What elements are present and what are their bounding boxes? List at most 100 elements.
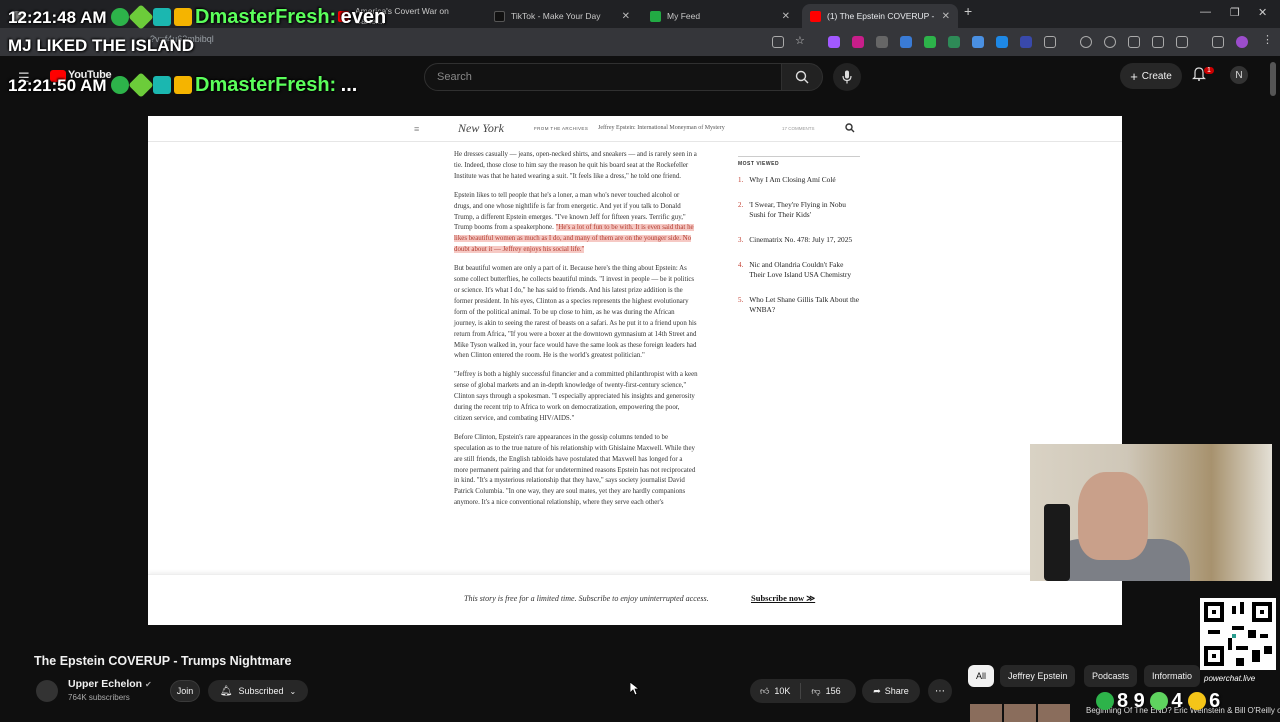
- profile-avatar-icon[interactable]: [1236, 36, 1248, 48]
- chat-text: MJ LIKED THE ISLAND: [8, 36, 195, 55]
- article-paragraph: He dresses casually — jeans, open-necked…: [454, 151, 697, 180]
- chat-timestamp: 12:21:50 AM: [8, 76, 107, 95]
- tab-search-icon[interactable]: [1176, 36, 1188, 48]
- search-input[interactable]: Search: [424, 63, 782, 91]
- chat-message: 12:21:50 AM DmasterFresh: ...: [8, 72, 358, 98]
- menu-icon: ≡: [414, 124, 420, 134]
- article-headline: Jeffrey Epstein: International Moneyman …: [598, 125, 725, 131]
- recommended-thumbnail[interactable]: [1038, 704, 1070, 722]
- kick-badge-icon: [111, 8, 130, 26]
- extension-icon[interactable]: [996, 36, 1008, 48]
- item-number: 2.: [738, 201, 744, 209]
- dislike-count: 156: [825, 686, 841, 696]
- chip-all[interactable]: All: [968, 665, 995, 687]
- emote-badge-icon: [153, 8, 172, 26]
- from-archives-label: FROM THE ARCHIVES: [534, 126, 589, 131]
- feed-favicon-icon: [650, 10, 661, 22]
- video-title: The Epstein COVERUP - Trumps Nightmare: [34, 654, 292, 668]
- account-avatar[interactable]: N: [1230, 66, 1248, 84]
- emote-badge-icon: [153, 76, 172, 94]
- recommended-thumbnail[interactable]: [1004, 704, 1036, 722]
- share-button[interactable]: ➦ Share: [862, 679, 920, 703]
- close-window-icon[interactable]: ✕: [1258, 6, 1267, 19]
- close-tab-icon[interactable]: ✕: [782, 11, 790, 22]
- paywall-banner: This story is free for a limited time. S…: [148, 574, 1122, 625]
- extension-icon[interactable]: [900, 36, 912, 48]
- new-tab-button[interactable]: +: [964, 3, 972, 19]
- subscribe-now-link: Subscribe now ≫: [751, 593, 816, 603]
- recommended-thumbnail[interactable]: [970, 704, 1002, 722]
- channel-name-text[interactable]: Upper Echelon: [68, 678, 142, 690]
- browser-tab-active[interactable]: (1) The Epstein COVERUP - ✕: [802, 4, 958, 28]
- diamond-badge-icon: [128, 72, 154, 98]
- subscribed-button[interactable]: 🔔︎ Subscribed ⌄: [208, 680, 308, 702]
- browser-tab-3[interactable]: TikTok - Make Your Day ✕: [486, 4, 638, 28]
- item-number: 3.: [738, 236, 744, 244]
- install-icon[interactable]: [772, 36, 784, 48]
- extension-icon[interactable]: [972, 36, 984, 48]
- close-tab-icon[interactable]: ✕: [622, 11, 630, 22]
- browser-menu-icon[interactable]: ⋮: [1262, 33, 1274, 46]
- emoji-counter-icon: [1188, 692, 1207, 710]
- extensions-puzzle-icon[interactable]: [1044, 36, 1056, 48]
- chip-information[interactable]: Informatio: [1144, 665, 1200, 687]
- plus-icon: +: [1130, 68, 1138, 84]
- article-search-icon: [845, 123, 855, 133]
- extension-icon[interactable]: [828, 36, 840, 48]
- like-button[interactable]: 👍︎ 10K: [750, 683, 802, 699]
- qr-code-icon: [1200, 598, 1276, 670]
- extension-icon[interactable]: [948, 36, 960, 48]
- item-number: 4.: [738, 261, 744, 269]
- channel-name[interactable]: Upper Echelon ✔: [68, 678, 152, 690]
- kick-badge-icon: [111, 76, 130, 94]
- powerchat-label: powerchat.live: [1204, 674, 1256, 683]
- maximize-icon[interactable]: ❐: [1230, 6, 1240, 19]
- most-viewed-sidebar: MOST VIEWED 1. Why I Am Closing Amí Colé …: [738, 156, 860, 330]
- diamond-badge-icon: [128, 4, 154, 30]
- item-title: Nic and Olandria Couldn't Fake Their Lov…: [749, 260, 852, 279]
- scrollbar-thumb[interactable]: [1270, 62, 1276, 96]
- youtube-favicon-icon: [810, 10, 821, 22]
- dislike-button[interactable]: 👎︎ 156: [801, 686, 850, 697]
- history-icon[interactable]: [1080, 36, 1092, 48]
- video-player[interactable]: ≡ New York FROM THE ARCHIVES Jeffrey Eps…: [148, 116, 1122, 625]
- article-body: He dresses casually — jeans, open-necked…: [454, 150, 698, 517]
- most-viewed-title: MOST VIEWED: [738, 156, 860, 167]
- create-button[interactable]: + Create: [1120, 63, 1182, 89]
- chat-username: DmasterFresh:: [195, 6, 337, 28]
- more-actions-button[interactable]: ⋯: [928, 679, 952, 703]
- chat-message: 12:21:48 AM DmasterFresh: even: [8, 4, 386, 30]
- chat-timestamp: 12:21:48 AM: [8, 8, 107, 27]
- like-dislike-group: 👍︎ 10K 👎︎ 156: [750, 679, 856, 703]
- chip-podcasts[interactable]: Podcasts: [1084, 665, 1138, 687]
- crown-badge-icon: [174, 76, 193, 94]
- join-button[interactable]: Join: [170, 680, 200, 702]
- minimize-icon[interactable]: —: [1200, 6, 1211, 18]
- article-paragraph: Epstein likes to tell people that he's a…: [454, 191, 698, 256]
- share-label: Share: [884, 686, 909, 696]
- notification-count-badge: 1: [1204, 67, 1214, 74]
- voice-search-button[interactable]: [833, 63, 861, 91]
- chat-text: ...: [340, 74, 358, 96]
- bookmark-star-icon[interactable]: ☆: [795, 34, 807, 47]
- close-tab-icon[interactable]: ✕: [942, 11, 950, 22]
- devtools-icon[interactable]: [1128, 36, 1140, 48]
- counter-value: 6: [1209, 690, 1221, 712]
- most-viewed-item: 4. Nic and Olandria Couldn't Fake Their L…: [738, 260, 860, 280]
- chip-jeffrey-epstein[interactable]: Jeffrey Epstein: [1000, 665, 1076, 687]
- item-title: Cinematrix No. 478: July 17, 2025: [749, 235, 853, 244]
- search-button[interactable]: [781, 63, 823, 91]
- extension-icon[interactable]: [924, 36, 936, 48]
- thumbs-down-icon: 👎︎: [811, 685, 821, 696]
- browser-tab-4[interactable]: My Feed ✕: [642, 4, 798, 28]
- cast-icon[interactable]: [1212, 36, 1224, 48]
- extension-icon[interactable]: [876, 36, 888, 48]
- bell-icon: 🔔︎: [219, 685, 233, 697]
- subscribed-label: Subscribed: [238, 686, 284, 696]
- extension-icon[interactable]: [1020, 36, 1032, 48]
- extension-icon[interactable]: [852, 36, 864, 48]
- channel-avatar[interactable]: [36, 680, 58, 702]
- sidebar-icon[interactable]: [1152, 36, 1164, 48]
- item-title: Who Let Shane Gillis Talk About the WNBA…: [749, 295, 860, 314]
- downloads-icon[interactable]: [1104, 36, 1116, 48]
